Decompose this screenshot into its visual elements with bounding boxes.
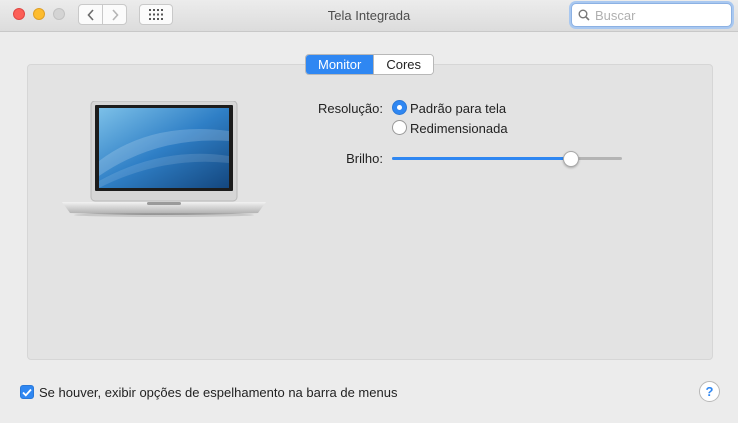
mirroring-checkbox[interactable] xyxy=(20,385,34,399)
radio-default-label: Padrão para tela xyxy=(410,101,507,116)
search-field[interactable] xyxy=(571,3,732,27)
radio-default-for-display[interactable] xyxy=(392,100,407,115)
help-button[interactable]: ? xyxy=(699,381,720,402)
brightness-slider[interactable] xyxy=(392,157,622,160)
laptop-icon xyxy=(62,101,266,217)
tab-monitor[interactable]: Monitor xyxy=(306,55,374,74)
resolution-label: Resolução: xyxy=(317,101,383,116)
search-input[interactable] xyxy=(595,7,725,23)
brightness-slider-fill xyxy=(392,157,572,160)
tab-bar: Monitor Cores xyxy=(305,54,435,75)
title-bar: Tela Integrada xyxy=(0,0,738,32)
brightness-label: Brilho: xyxy=(346,151,383,166)
mirroring-label: Se houver, exibir opções de espelhamento… xyxy=(39,385,398,400)
checkmark-icon xyxy=(22,388,32,397)
search-icon xyxy=(578,9,590,21)
radio-scaled-label: Redimensionada xyxy=(410,121,508,136)
radio-scaled[interactable] xyxy=(392,120,407,135)
tab-cores[interactable]: Cores xyxy=(373,55,434,74)
